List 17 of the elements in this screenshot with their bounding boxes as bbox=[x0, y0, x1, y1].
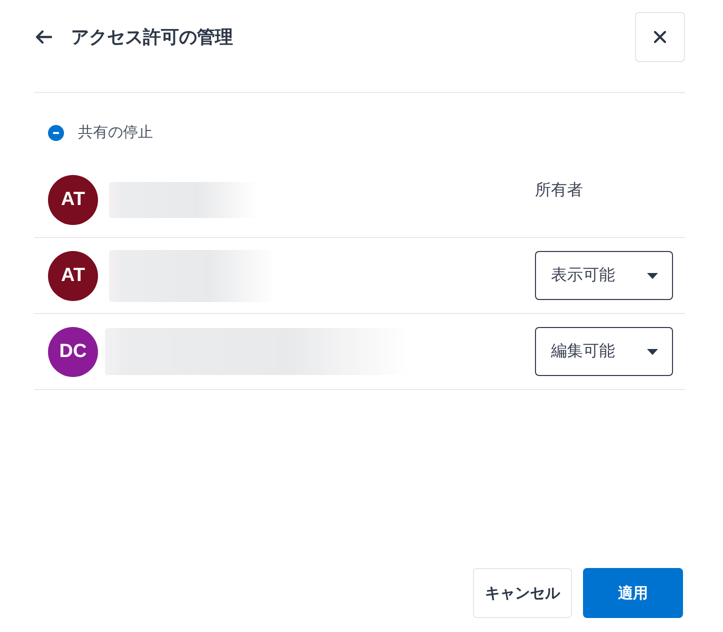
avatar: AT bbox=[48, 174, 98, 224]
permission-dropdown[interactable]: 編集可能 bbox=[535, 327, 673, 376]
close-button[interactable] bbox=[635, 12, 685, 62]
apply-button[interactable]: 適用 bbox=[583, 568, 683, 618]
minus-circle-icon bbox=[48, 124, 64, 140]
stop-sharing-button[interactable]: 共有の停止 bbox=[48, 123, 153, 142]
close-icon bbox=[654, 31, 666, 43]
caret-down-icon bbox=[647, 348, 658, 354]
arrow-left-icon bbox=[35, 30, 52, 44]
avatar: AT bbox=[48, 250, 98, 300]
caret-down-icon bbox=[647, 272, 658, 278]
back-button[interactable] bbox=[35, 30, 52, 44]
permission-dropdown[interactable]: 表示可能 bbox=[535, 251, 673, 300]
dialog-title: アクセス許可の管理 bbox=[71, 26, 233, 49]
avatar: DC bbox=[48, 326, 98, 376]
cancel-button[interactable]: キャンセル bbox=[473, 568, 572, 618]
owner-role-label: 所有者 bbox=[535, 180, 584, 201]
